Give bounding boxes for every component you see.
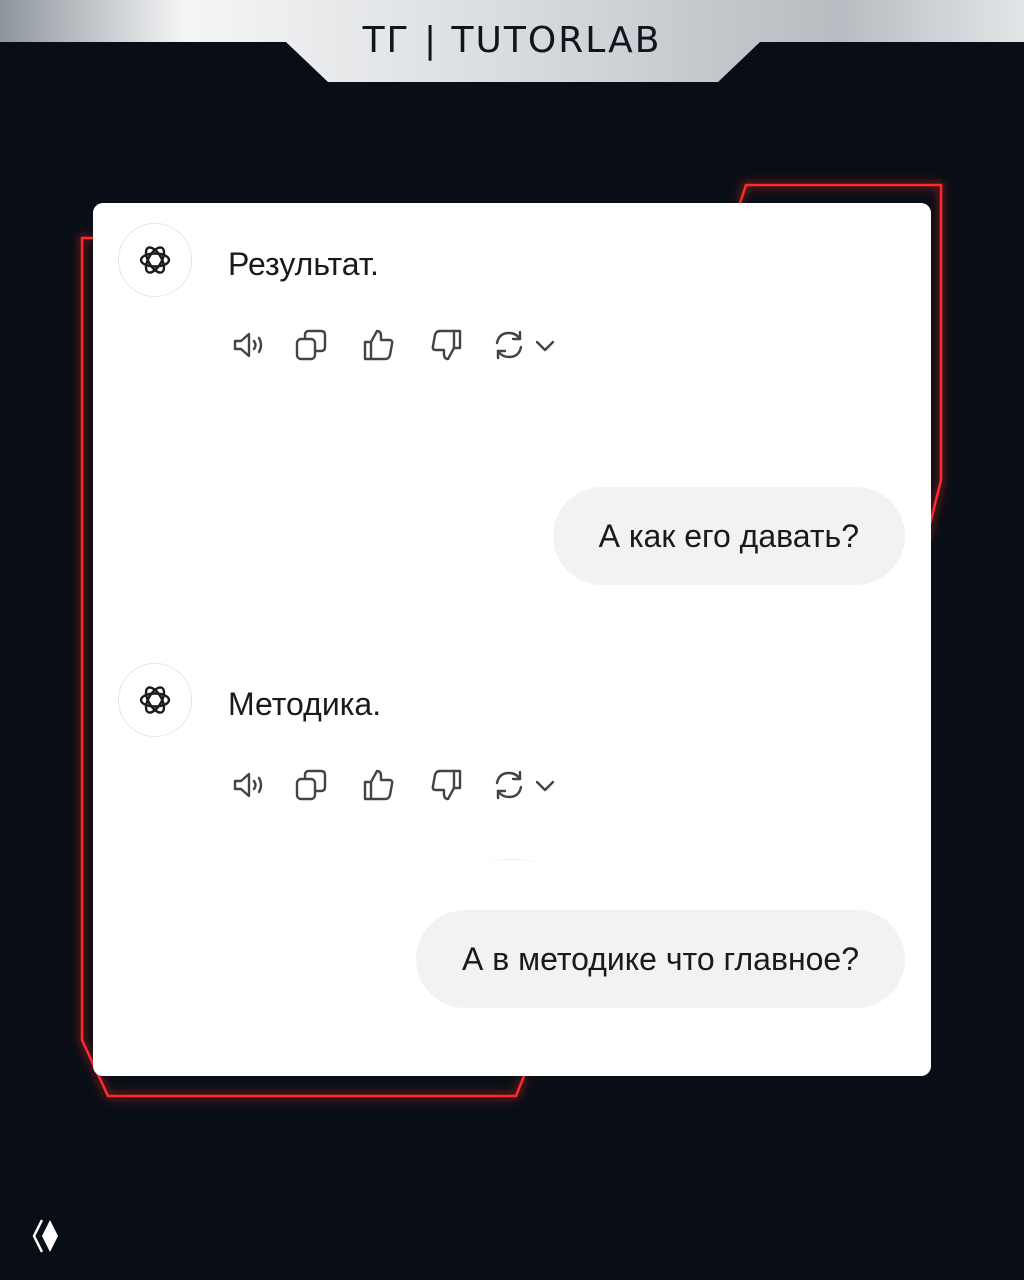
assistant-avatar <box>118 663 192 737</box>
assistant-message-text: Результат. <box>228 246 379 282</box>
copy-icon[interactable] <box>293 327 329 363</box>
thumbs-up-icon[interactable] <box>361 327 397 363</box>
brand-logo-icon <box>32 1219 58 1253</box>
chat-card: Результат. А как его давать? Методика. А… <box>93 203 931 1076</box>
assistant-avatar <box>118 223 192 297</box>
thumbs-up-icon[interactable] <box>361 767 397 803</box>
user-message-bubble: А как его давать? <box>552 487 905 585</box>
chevron-down-icon[interactable] <box>531 327 559 363</box>
message-actions <box>231 327 571 363</box>
openai-logo-icon <box>139 686 171 714</box>
thumbs-down-icon[interactable] <box>428 767 464 803</box>
assistant-message-text: Методика. <box>228 686 382 722</box>
speaker-icon[interactable] <box>231 767 267 803</box>
message-actions <box>231 767 571 803</box>
thumbs-down-icon[interactable] <box>428 327 464 363</box>
speaker-icon[interactable] <box>231 327 267 363</box>
openai-logo-icon <box>139 246 171 274</box>
regenerate-icon[interactable] <box>491 327 527 363</box>
copy-icon[interactable] <box>293 767 329 803</box>
brand-title: ТГ | TUTORLAB <box>362 20 662 61</box>
scroll-down-hint <box>491 859 535 868</box>
chevron-down-icon[interactable] <box>531 767 559 803</box>
regenerate-icon[interactable] <box>491 767 527 803</box>
user-message-bubble: А в методике что главное? <box>416 910 905 1008</box>
